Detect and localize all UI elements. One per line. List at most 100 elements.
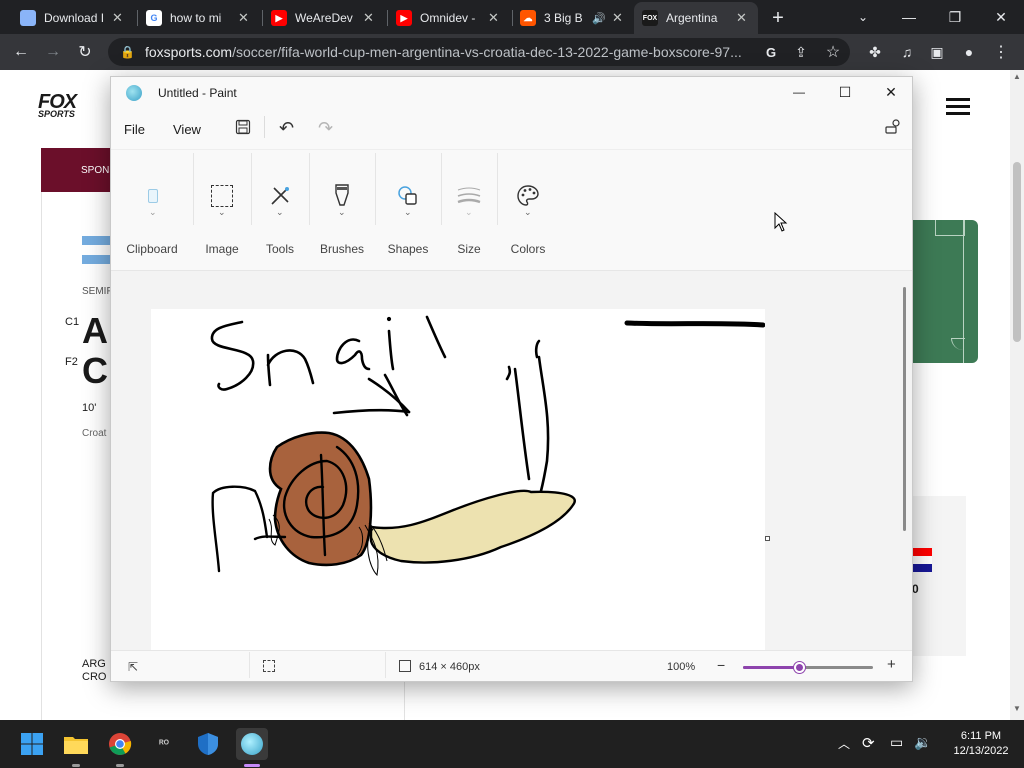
save-icon[interactable] [235, 119, 251, 135]
sponsor-banner: SPONS [41, 148, 121, 192]
vertical-scrollbar[interactable] [903, 287, 906, 531]
new-tab-icon[interactable]: + [766, 6, 790, 30]
paint-taskbar-icon[interactable] [236, 728, 268, 760]
youtube-icon: ▶ [396, 10, 412, 26]
undo-icon[interactable]: ↶ [279, 118, 294, 139]
chevron-down-icon[interactable]: ⌄ [338, 207, 346, 218]
sync-icon[interactable]: ⟳ [862, 734, 875, 752]
score-digit: 0 [912, 582, 919, 596]
minimize-icon[interactable]: — [886, 0, 932, 34]
close-icon[interactable]: ✕ [736, 10, 750, 26]
account-settings-icon[interactable] [884, 118, 902, 136]
ribbon-label-colors: Colors [510, 242, 546, 256]
chevron-down-icon[interactable]: ⌄ [149, 207, 157, 218]
lock-icon: 🔒 [120, 45, 135, 59]
file-explorer-icon[interactable] [60, 728, 92, 760]
scrollbar-thumb[interactable] [1013, 162, 1021, 342]
app-icon[interactable]: ᴿᴼ [148, 728, 180, 760]
browser-tab-4[interactable]: ▶ Omnidev - ✕ [388, 4, 510, 32]
close-icon[interactable]: ✕ [879, 79, 903, 105]
argentina-flag [82, 236, 110, 264]
menu-file[interactable]: File [124, 122, 145, 137]
canvas-dimensions: 614 × 460px [419, 661, 480, 673]
google-lens-icon[interactable]: G [756, 34, 786, 70]
menu-view[interactable]: View [173, 122, 201, 137]
ribbon-label-clipboard: Clipboard [126, 242, 178, 256]
address-bar[interactable]: 🔒 foxsports.com /soccer/fifa-world-cup-m… [108, 38, 850, 66]
browser-tab-bar: Download I ✕ G how to mi ✕ ▶ WeAreDev ✕ … [0, 0, 1024, 34]
zoom-slider-thumb[interactable] [794, 662, 806, 673]
browser-tab-5[interactable]: ☁ 3 Big B 🔊 ✕ [512, 4, 634, 32]
team2-seed: F2 [65, 356, 78, 368]
zoom-slider-fill [743, 666, 801, 669]
bookmark-star-icon[interactable]: ☆ [818, 34, 848, 70]
side-panel-icon[interactable]: ▣ [922, 34, 952, 70]
clipboard-icon [148, 189, 158, 203]
window-title: Untitled - Paint [158, 86, 237, 100]
share-icon[interactable]: ⇪ [786, 34, 816, 70]
windows-start-icon[interactable] [16, 728, 48, 760]
close-icon[interactable]: ✕ [112, 10, 126, 26]
tools-icon [271, 187, 289, 205]
zoom-in-icon[interactable]: + [887, 656, 896, 673]
volume-icon[interactable]: 🔉 [914, 734, 931, 751]
browser-tab-2[interactable]: G how to mi ✕ [138, 4, 260, 32]
chevron-down-icon[interactable]: ⌄ [218, 207, 226, 218]
chevron-down-icon[interactable]: ⌄ [524, 207, 532, 218]
close-icon[interactable]: ✕ [612, 10, 626, 26]
restore-icon[interactable]: ❐ [932, 0, 978, 34]
zoom-slider[interactable] [743, 662, 873, 673]
show-hidden-icons-chevron[interactable]: ︿ [838, 735, 850, 752]
canvas-size-icon [399, 660, 411, 672]
page-scrollbar[interactable]: ▲ ▼ [1010, 70, 1024, 720]
bottom-team-list: ARG CRO [82, 658, 107, 683]
tab-title: Omnidev - [420, 11, 476, 25]
snail-drawing [210, 315, 765, 577]
url-path: /soccer/fifa-world-cup-men-argentina-vs-… [232, 44, 742, 60]
media-control-icon[interactable]: ♫ [892, 34, 922, 70]
redo-icon[interactable]: ↷ [318, 118, 333, 139]
drawing-canvas[interactable] [151, 309, 765, 651]
browser-tab-3[interactable]: ▶ WeAreDev ✕ [263, 4, 385, 32]
chrome-icon[interactable] [104, 728, 136, 760]
paint-window: Untitled - Paint — ☐ ✕ File View ↶ ↷ ⌄ C… [110, 76, 913, 682]
profile-avatar-icon[interactable]: ● [954, 34, 984, 70]
chevron-down-icon[interactable]: ⌄ [404, 207, 412, 218]
back-icon[interactable]: ← [6, 34, 36, 70]
forward-icon[interactable]: → [38, 34, 68, 70]
canvas-text-snail [210, 315, 765, 417]
reload-icon[interactable]: ↻ [70, 34, 100, 70]
ribbon-label-brushes: Brushes [319, 242, 365, 256]
system-clock[interactable]: 6:11 PM 12/13/2022 [946, 729, 1016, 759]
tab-title: WeAreDev [295, 11, 353, 25]
browser-tab-6-active[interactable]: FOX Argentina ✕ [634, 2, 758, 34]
foxsports-logo[interactable]: FOX SPORTS [38, 92, 77, 120]
hamburger-menu-icon[interactable] [946, 98, 970, 115]
close-icon[interactable]: ✕ [238, 10, 252, 26]
close-icon[interactable]: ✕ [363, 10, 377, 26]
zoom-out-icon[interactable]: − [717, 657, 725, 673]
audio-playing-icon[interactable]: 🔊 [592, 12, 606, 25]
close-icon[interactable]: ✕ [488, 10, 502, 26]
match-minute: 10' [82, 402, 97, 414]
chevron-down-icon[interactable]: ⌄ [276, 207, 284, 218]
network-icon[interactable]: ▭ [890, 734, 903, 751]
snail-body [369, 489, 576, 564]
tab-search-icon[interactable]: ⌄ [840, 0, 886, 34]
maximize-icon[interactable]: ☐ [833, 79, 857, 105]
chevron-down-icon[interactable]: ⌄ [465, 207, 473, 218]
chrome-menu-icon[interactable]: ⋮ [986, 34, 1016, 70]
canvas-resize-handle[interactable] [765, 536, 770, 541]
croatia-flag [912, 548, 932, 572]
selection-icon [211, 185, 233, 207]
google-icon: G [146, 10, 162, 26]
url-domain: foxsports.com [144, 44, 233, 60]
browser-tab-1[interactable]: Download I ✕ [12, 4, 134, 32]
minimize-icon[interactable]: — [787, 79, 811, 105]
status-bar: ⇱ 614 × 460px 100% − + [111, 650, 912, 681]
close-window-icon[interactable]: ✕ [978, 0, 1024, 34]
extensions-icon[interactable]: ✤ [860, 34, 890, 70]
tab-title: Download I [44, 11, 105, 25]
windows-security-icon[interactable] [192, 728, 224, 760]
tab-title: how to mi [170, 11, 222, 25]
